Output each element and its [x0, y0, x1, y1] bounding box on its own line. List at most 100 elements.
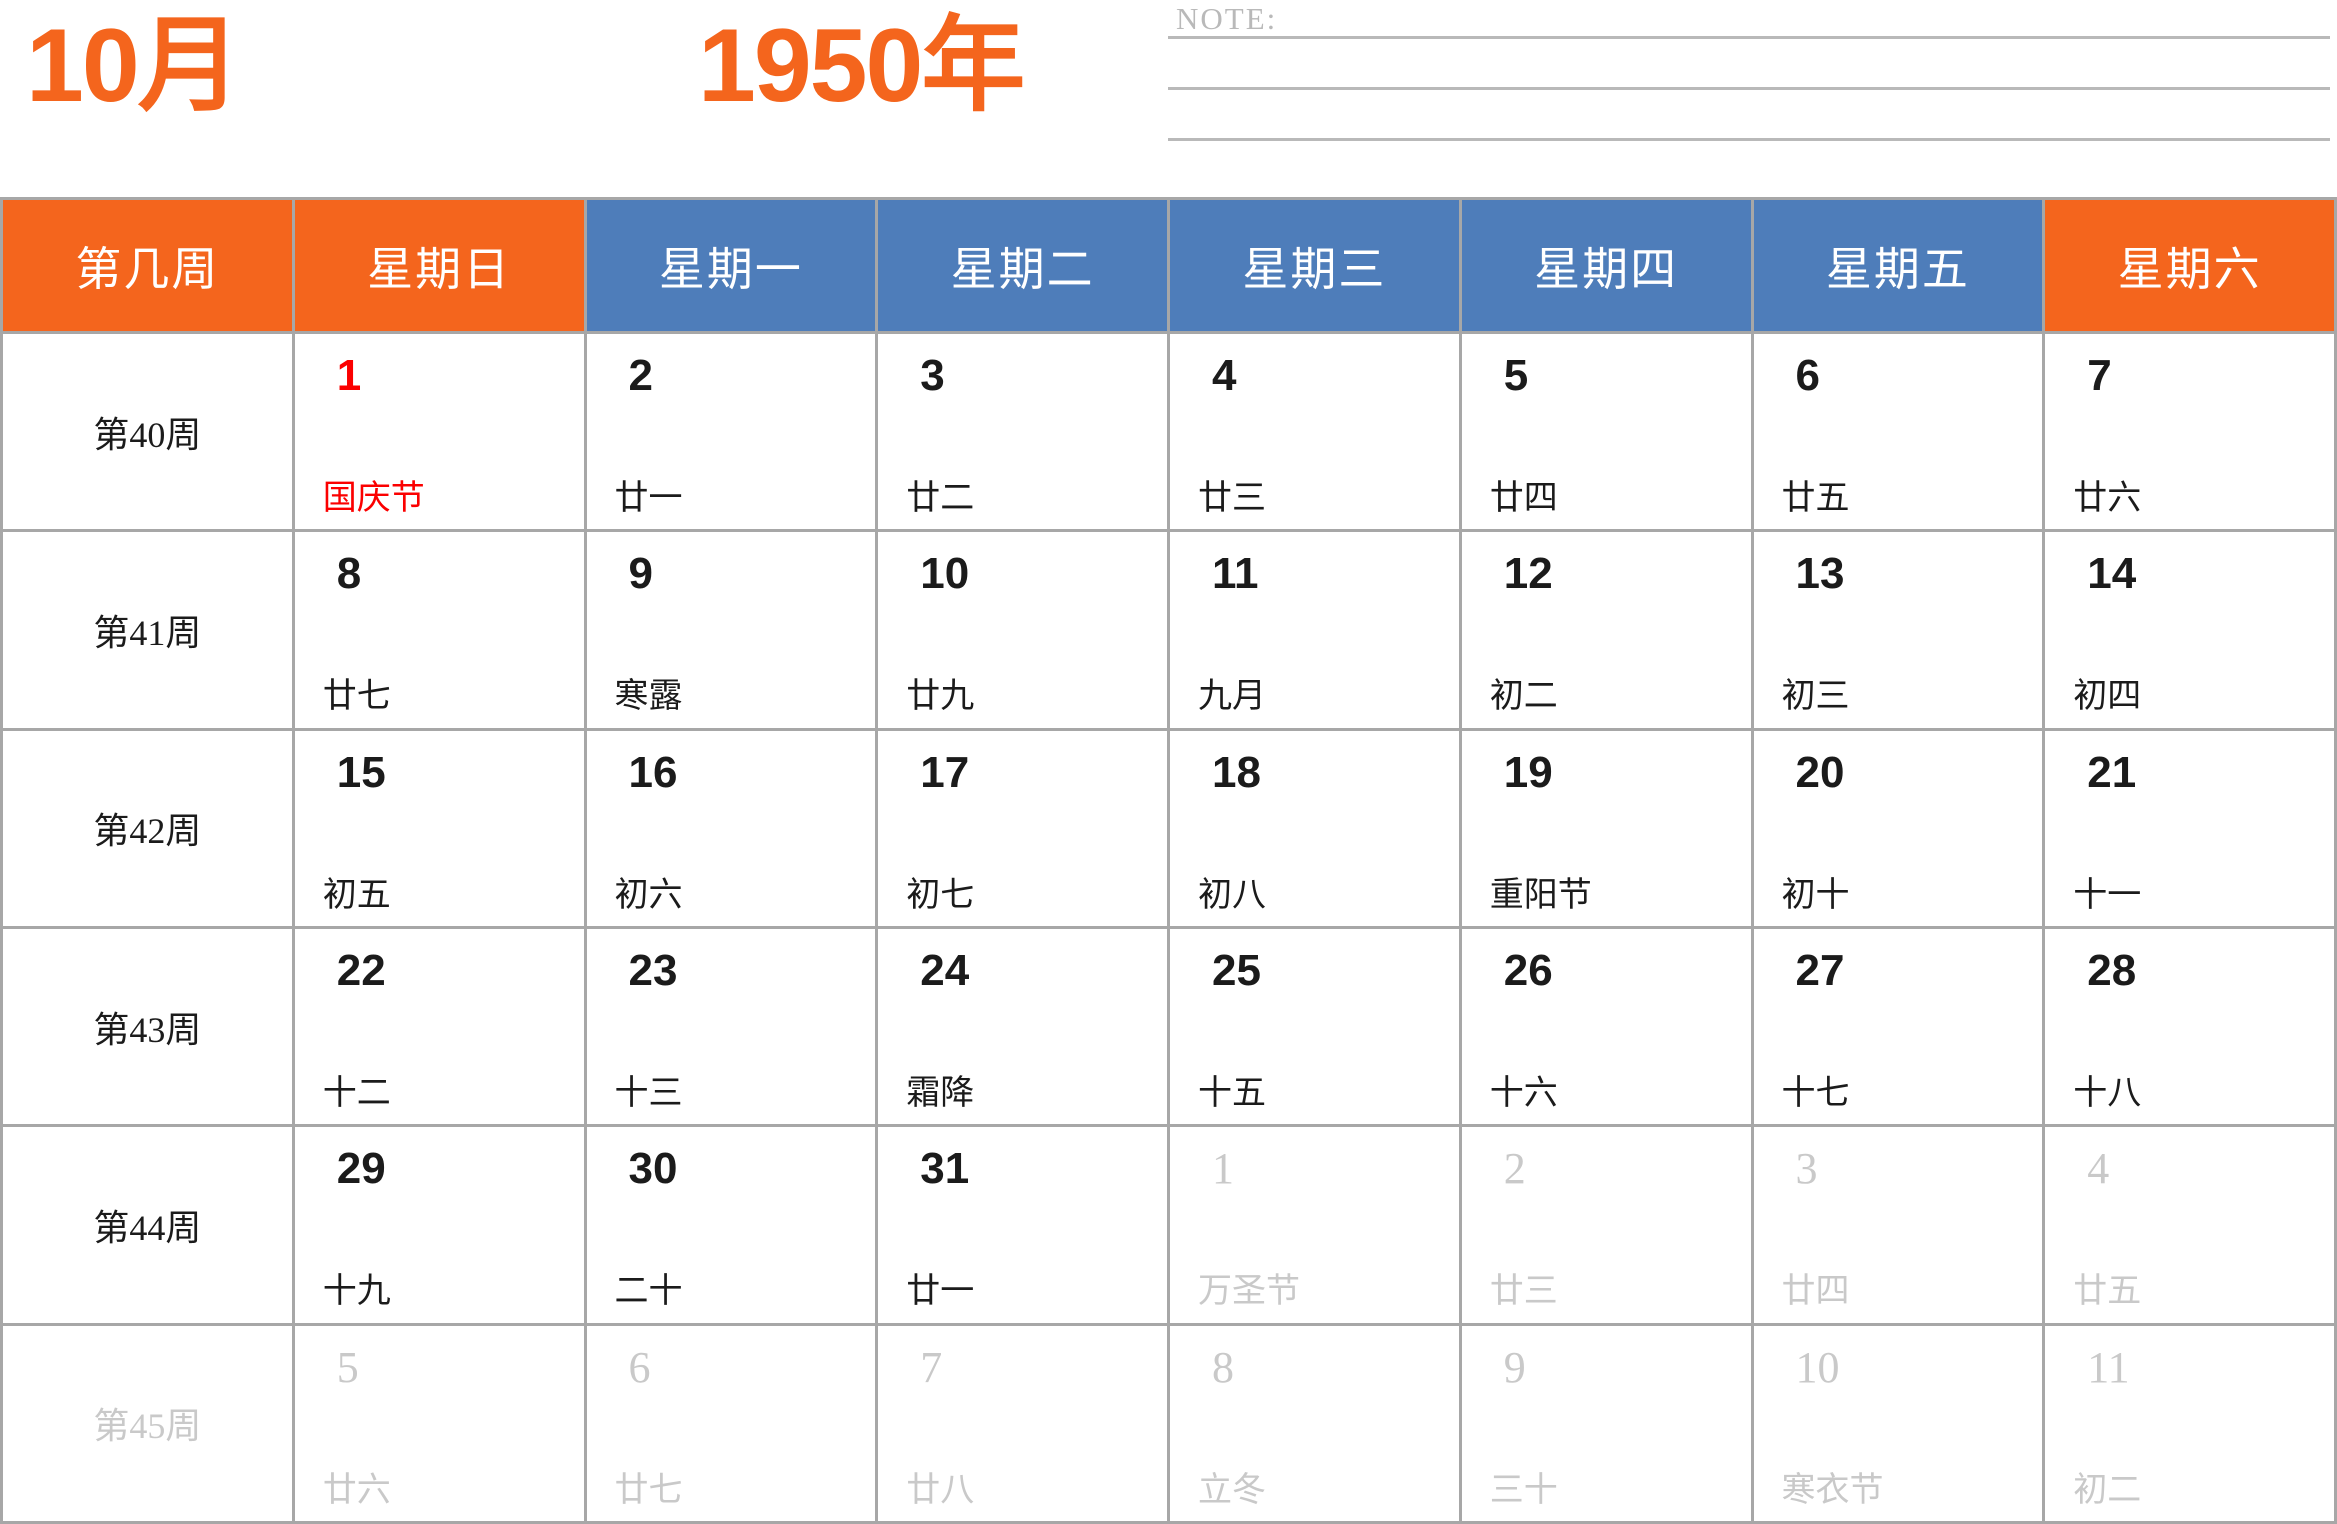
- day-lunar-label: 万圣节: [1198, 1273, 1300, 1310]
- calendar-grid: 第几周星期日星期一星期二星期三星期四星期五星期六第40周1国庆节2廿一3廿二4廿…: [0, 197, 2337, 1524]
- day-lunar-label: 十八: [2073, 1075, 2141, 1112]
- day-cell: 8 立冬: [1170, 1326, 1459, 1521]
- day-number: 13: [1796, 552, 1845, 596]
- day-lunar-label: 立冬: [1198, 1472, 1266, 1509]
- note-area: NOTE:: [1168, 2, 2337, 197]
- day-cell: 22 十二: [295, 929, 584, 1124]
- day-cell: 1 国庆节: [295, 334, 584, 529]
- day-number: 23: [629, 949, 678, 993]
- day-column-header-5: 星期五: [1754, 200, 2043, 331]
- day-number: 22: [337, 949, 386, 993]
- week-label-row-0: 第40周: [3, 334, 292, 529]
- day-cell: 11 初二: [2045, 1326, 2334, 1521]
- week-label-row-4: 第44周: [3, 1127, 292, 1322]
- day-cell: 10 廿九: [878, 532, 1167, 727]
- day-lunar-label: 廿三: [1490, 1273, 1558, 1310]
- page-title-year: 1950年: [698, 14, 1023, 118]
- day-number: 7: [2087, 354, 2111, 398]
- day-cell: 20初十: [1754, 731, 2043, 926]
- day-cell: 15初五: [295, 731, 584, 926]
- day-number: 1: [337, 354, 361, 398]
- day-cell: 27十七: [1754, 929, 2043, 1124]
- day-number: 2: [1504, 1147, 1526, 1191]
- day-number: 30: [629, 1147, 678, 1191]
- day-lunar-label: 初十: [1782, 877, 1850, 914]
- day-lunar-label: 廿六: [323, 1472, 391, 1509]
- day-number: 24: [920, 949, 969, 993]
- day-cell: 25 十五: [1170, 929, 1459, 1124]
- note-label: NOTE:: [1176, 2, 1277, 36]
- day-lunar-label: 寒露: [615, 678, 683, 715]
- day-number: 25: [1212, 949, 1261, 993]
- day-lunar-label: 十二: [323, 1075, 391, 1112]
- day-cell: 5廿四: [1462, 334, 1751, 529]
- day-number: 4: [1212, 354, 1236, 398]
- day-cell: 23 十三: [587, 929, 876, 1124]
- day-number: 21: [2087, 751, 2136, 795]
- day-cell: 2 廿三: [1462, 1127, 1751, 1322]
- day-lunar-label: 廿一: [906, 1273, 974, 1310]
- day-cell: 14 初四: [2045, 532, 2334, 727]
- page-title-month: 10月: [26, 14, 240, 118]
- day-number: 8: [1212, 1346, 1234, 1390]
- day-number: 19: [1504, 751, 1553, 795]
- day-cell: 8廿七: [295, 532, 584, 727]
- day-number: 5: [1504, 354, 1528, 398]
- day-lunar-label: 国庆节: [323, 480, 425, 517]
- day-cell: 6 廿七: [587, 1326, 876, 1521]
- day-number: 12: [1504, 552, 1553, 596]
- day-cell: 31廿一: [878, 1127, 1167, 1322]
- day-cell: 10 寒衣节: [1754, 1326, 2043, 1521]
- day-lunar-label: 初三: [1782, 678, 1850, 715]
- day-cell: 7廿六: [2045, 334, 2334, 529]
- day-lunar-label: 初八: [1198, 877, 1266, 914]
- day-lunar-label: 廿五: [1782, 480, 1850, 517]
- day-lunar-label: 初四: [2073, 678, 2141, 715]
- day-number: 7: [920, 1346, 942, 1390]
- day-lunar-label: 十五: [1198, 1075, 1266, 1112]
- day-lunar-label: 霜降: [906, 1075, 974, 1112]
- day-lunar-label: 廿八: [906, 1472, 974, 1509]
- day-cell: 4廿五: [2045, 1127, 2334, 1322]
- day-cell: 9三十: [1462, 1326, 1751, 1521]
- day-cell: 3廿二: [878, 334, 1167, 529]
- day-cell: 12初二: [1462, 532, 1751, 727]
- day-lunar-label: 廿七: [615, 1472, 683, 1509]
- day-lunar-label: 廿二: [906, 480, 974, 517]
- day-lunar-label: 重阳节: [1490, 877, 1592, 914]
- day-number: 1: [1212, 1147, 1234, 1191]
- day-number: 10: [1796, 1346, 1840, 1390]
- day-number: 27: [1796, 949, 1845, 993]
- day-number: 29: [337, 1147, 386, 1191]
- day-lunar-label: 二十: [615, 1273, 683, 1310]
- day-lunar-label: 十三: [615, 1075, 683, 1112]
- day-lunar-label: 十六: [1490, 1075, 1558, 1112]
- day-number: 26: [1504, 949, 1553, 993]
- day-number: 14: [2087, 552, 2136, 596]
- day-lunar-label: 十九: [323, 1273, 391, 1310]
- day-number: 8: [337, 552, 361, 596]
- day-lunar-label: 初七: [906, 877, 974, 914]
- week-number-column-header: 第几周: [3, 200, 292, 331]
- day-column-header-4: 星期四: [1462, 200, 1751, 331]
- day-number: 6: [629, 1346, 651, 1390]
- day-cell: 1 万圣节: [1170, 1127, 1459, 1322]
- day-lunar-label: 寒衣节: [1782, 1472, 1884, 1509]
- day-lunar-label: 九月: [1198, 678, 1266, 715]
- day-number: 10: [920, 552, 969, 596]
- day-cell: 2廿一: [587, 334, 876, 529]
- day-lunar-label: 初二: [2073, 1472, 2141, 1509]
- day-column-header-6: 星期六: [2045, 200, 2334, 331]
- day-lunar-label: 初五: [323, 877, 391, 914]
- day-number: 11: [2087, 1346, 2129, 1390]
- day-lunar-label: 初六: [615, 877, 683, 914]
- week-label-row-3: 第43周: [3, 929, 292, 1124]
- day-cell: 4廿三: [1170, 334, 1459, 529]
- day-number: 4: [2087, 1147, 2109, 1191]
- day-cell: 5 廿六: [295, 1326, 584, 1521]
- day-cell: 26 十六: [1462, 929, 1751, 1124]
- day-number: 5: [337, 1346, 359, 1390]
- day-lunar-label: 廿九: [906, 678, 974, 715]
- day-lunar-label: 三十: [1490, 1472, 1558, 1509]
- day-cell: 24 霜降: [878, 929, 1167, 1124]
